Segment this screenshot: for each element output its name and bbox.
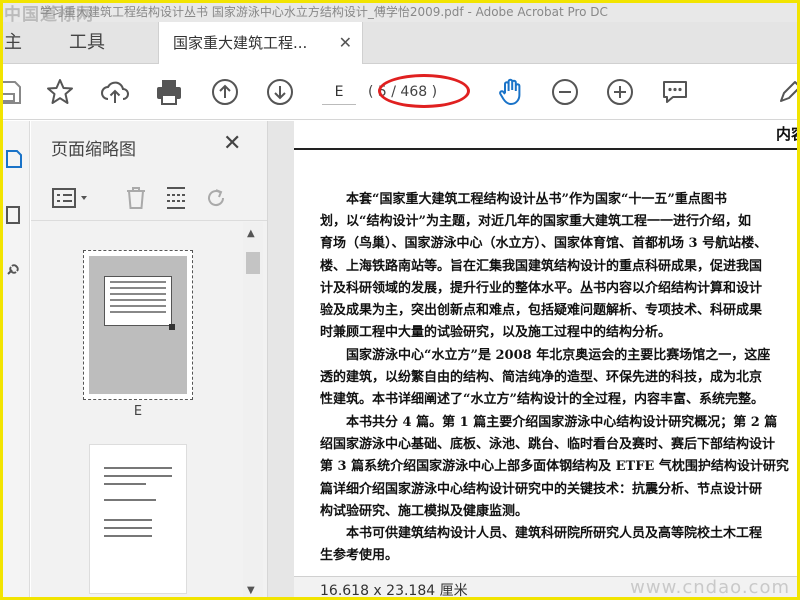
tab-document[interactable]: 国家重大建筑工程... ✕ xyxy=(158,22,363,65)
arrow-up-icon[interactable] xyxy=(209,76,241,108)
scroll-thumb[interactable] xyxy=(246,252,260,274)
trash-icon[interactable] xyxy=(121,183,151,213)
window-title: 学习重大建筑工程结构设计丛书 国家游泳中心水立方结构设计_傅学怡2009.pdf… xyxy=(40,5,608,19)
paragraph-book-structure: 本书共分 4 篇。第 1 篇主要介绍国家游泳中心结构设计研究概况；第 2 篇 绍… xyxy=(320,415,789,519)
thumbnail-scrollbar[interactable]: ▲ ▼ xyxy=(243,222,263,600)
page-icon[interactable] xyxy=(0,201,28,229)
bookmark-icon[interactable] xyxy=(0,145,28,173)
print-icon[interactable] xyxy=(153,76,185,108)
star-icon[interactable] xyxy=(44,76,76,108)
status-bar: 16.618 x 23.184 厘米 www.cndao.com xyxy=(294,576,800,600)
document-viewer: 内容 本套“国家重大建筑工程结构设计丛书”作为国家“十一五”重点图书 划，以“结… xyxy=(268,121,800,600)
paragraph-series-intro: 本套“国家重大建筑工程结构设计丛书”作为国家“十一五”重点图书 划，以“结构设计… xyxy=(320,192,768,341)
thumbnail-list: E F xyxy=(31,222,243,600)
close-tab-icon[interactable]: ✕ xyxy=(339,22,352,64)
page-header: 内容 xyxy=(775,125,800,143)
paragraph-audience: 本书可供建筑结构设计人员、建筑科研院所研究人员及高等院校土木工程 生参考使用。 xyxy=(320,526,763,564)
thumbnail-options-icon[interactable] xyxy=(49,183,93,213)
pen-icon[interactable] xyxy=(774,76,800,108)
close-panel-icon[interactable]: ✕ xyxy=(223,131,241,156)
save-icon[interactable] xyxy=(0,76,24,108)
cloud-upload-icon[interactable] xyxy=(99,76,131,108)
zoom-in-icon[interactable] xyxy=(604,76,636,108)
site-watermark: www.cndao.com xyxy=(630,577,790,598)
scroll-down-icon[interactable]: ▼ xyxy=(247,585,255,596)
comment-icon[interactable] xyxy=(659,76,691,108)
paragraph-water-cube: 国家游泳中心“水立方”是 2008 年北京奥运会的主要比赛场馆之一，这座 透的建… xyxy=(320,348,771,408)
insert-page-icon[interactable] xyxy=(161,183,191,213)
tab-document-label: 国家重大建筑工程... xyxy=(173,34,308,52)
arrow-down-icon[interactable] xyxy=(264,76,296,108)
page-dimensions: 16.618 x 23.184 厘米 xyxy=(320,583,468,599)
window-title-bar: 中国道标网 学习重大建筑工程结构设计丛书 国家游泳中心水立方结构设计_傅学怡20… xyxy=(0,0,800,22)
pdf-page: 内容 本套“国家重大建筑工程结构设计丛书”作为国家“十一五”重点图书 划，以“结… xyxy=(294,121,800,576)
panel-toolbar xyxy=(31,177,267,221)
panel-title: 页面缩略图 xyxy=(51,140,136,160)
tab-bar: 主页 工具 国家重大建筑工程... ✕ xyxy=(0,22,800,95)
page-thumbnails-panel: 页面缩略图 ✕ E F ▲ ▼ xyxy=(31,121,268,600)
zoom-out-icon[interactable] xyxy=(549,76,581,108)
page-number-input[interactable]: E xyxy=(322,79,356,105)
thumbnail-label: F xyxy=(83,596,193,600)
header-rule xyxy=(294,148,800,150)
thumbnail-label: E xyxy=(133,404,143,419)
link-icon[interactable] xyxy=(0,255,28,283)
red-annotation-ellipse xyxy=(378,74,470,108)
left-navigation-rail xyxy=(0,121,30,600)
scroll-up-icon[interactable]: ▲ xyxy=(247,228,255,239)
main-toolbar: E ( 5 / 468 ) xyxy=(0,64,800,120)
tab-tools[interactable]: 工具 xyxy=(52,22,122,64)
hand-icon[interactable] xyxy=(495,76,527,108)
rotate-icon[interactable] xyxy=(201,183,231,213)
thumbnail-page-f[interactable] xyxy=(89,444,187,594)
thumbnail-page-e[interactable] xyxy=(83,250,193,400)
tab-home[interactable]: 主页 xyxy=(0,22,36,95)
